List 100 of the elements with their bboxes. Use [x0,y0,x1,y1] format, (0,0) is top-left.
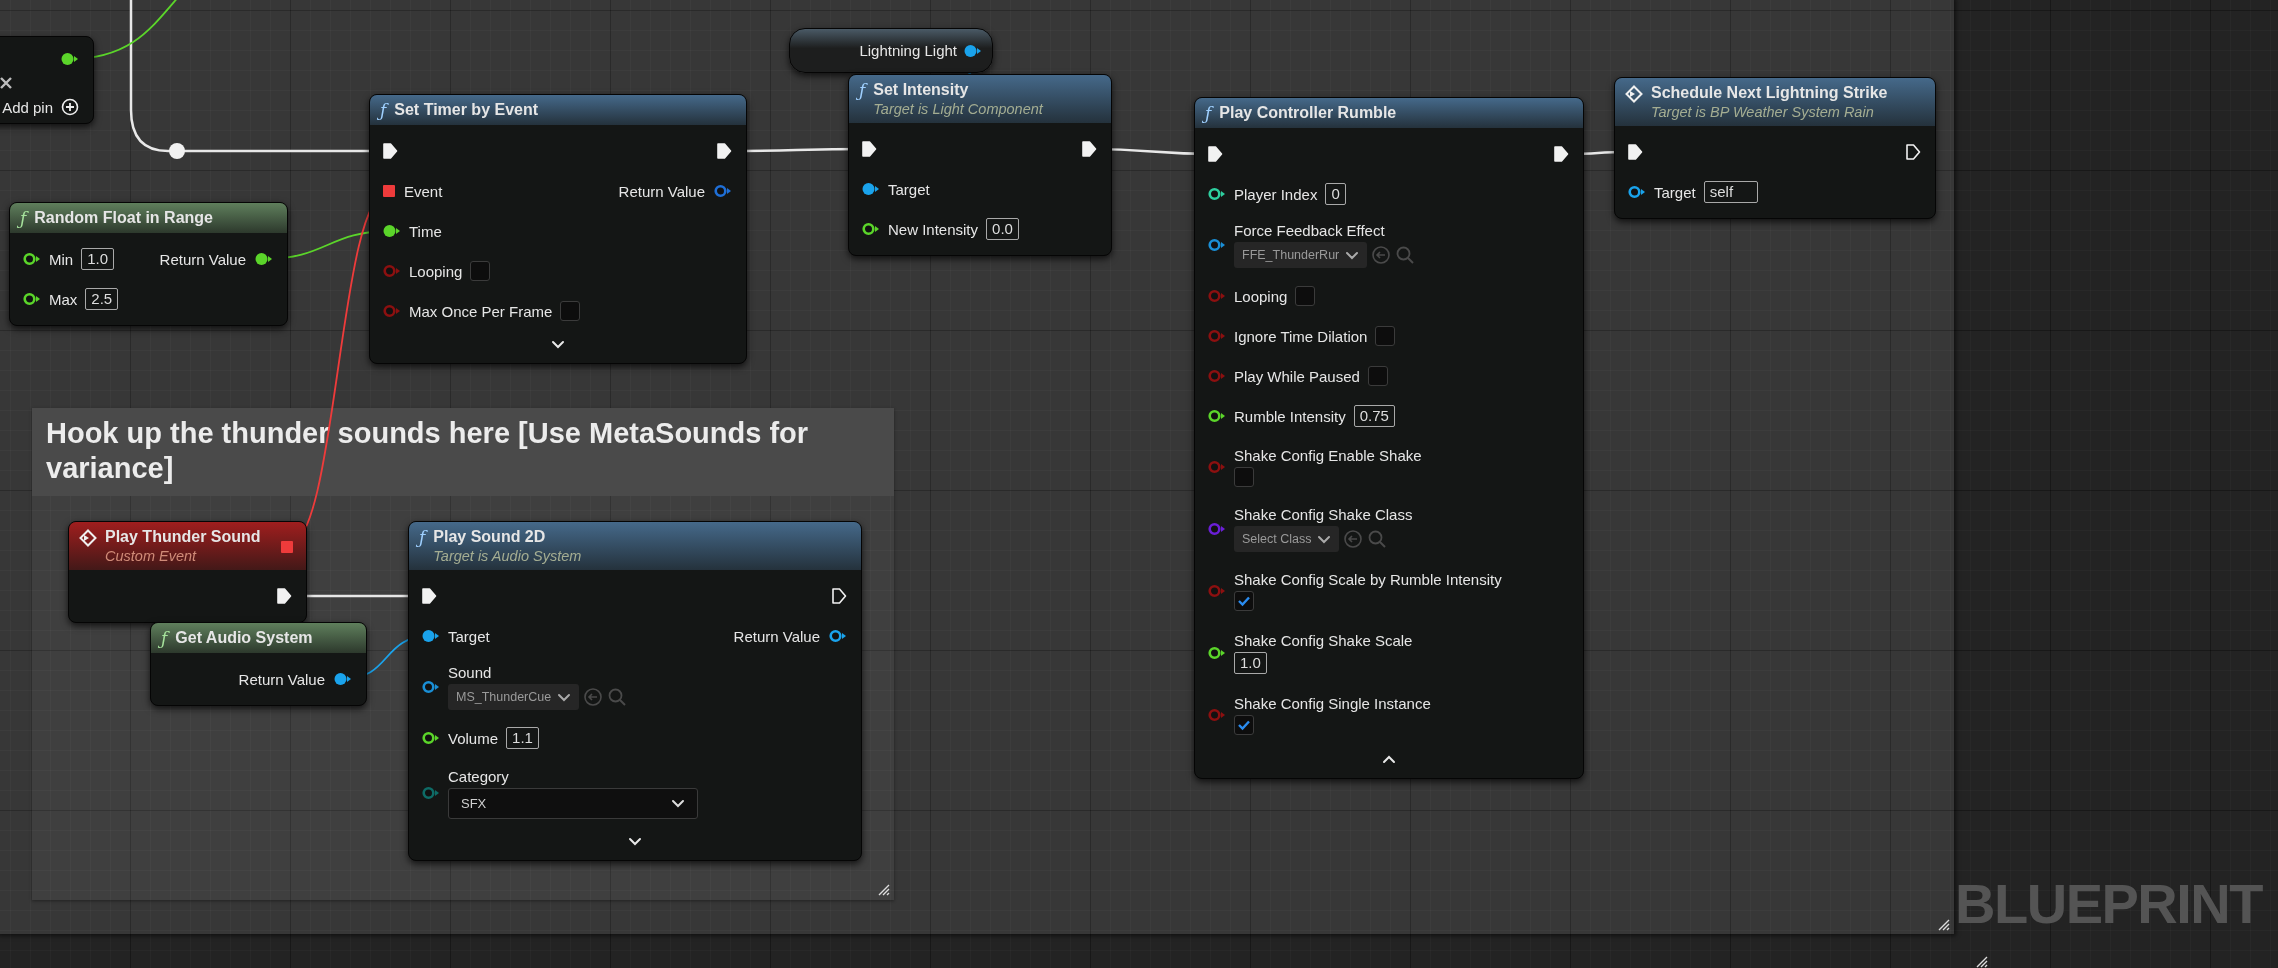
text-field[interactable]: self [1703,181,1759,203]
pin-label: Max [49,290,78,308]
enum-dropdown[interactable]: SFX [448,787,698,819]
pin-label: Shake Config Shake Scale [1234,632,1413,649]
exec-pin-icon[interactable] [831,587,847,605]
pin-label: Shake Config Scale by Rumble Intensity [1234,571,1502,588]
event-icon [79,529,97,547]
pin-label: Looping [409,262,463,280]
event-icon [1625,85,1643,103]
remove-pin-icon[interactable] [0,76,13,90]
node-title: Get Audio System [175,628,313,648]
pin-icon[interactable] [1207,645,1226,661]
node-subtitle: Target is Light Component [873,100,1043,118]
exec-pin-icon[interactable] [382,142,398,160]
exec-pin-icon[interactable] [861,140,877,158]
delegate-pin-icon[interactable] [382,184,396,198]
pin-icon[interactable] [1207,237,1226,253]
plus-icon[interactable] [61,98,79,116]
pin-label: Player Index [1234,185,1318,203]
number-field[interactable]: 0 [1325,183,1346,205]
asset-dropdown[interactable]: FFE_ThunderRur [1234,242,1368,268]
pin-label: Volume [448,729,499,747]
pin-icon[interactable] [60,51,79,67]
pin-icon[interactable] [254,251,273,267]
pin-icon[interactable] [421,730,440,746]
delegate-pin-icon[interactable] [280,540,294,554]
pin-icon[interactable] [828,628,847,644]
exec-pin-icon[interactable] [276,587,292,605]
pin-label: Return Value [238,670,325,688]
checkbox[interactable] [470,261,491,281]
node-subtitle: Custom Event [105,547,198,565]
pin-label: Return Value [733,627,820,645]
checkbox[interactable] [1367,366,1388,386]
pin-label: Return Value [618,182,705,200]
number-field[interactable]: 2.5 [85,288,119,310]
node-title: Lightning Light [859,42,957,59]
number-field[interactable]: 0.0 [986,218,1019,240]
checkbox[interactable] [560,301,581,321]
exec-pin-icon[interactable] [1627,143,1643,161]
number-field[interactable]: 0.75 [1353,405,1395,427]
node-title: Schedule Next Lightning Strike [1651,83,1888,103]
checkbox[interactable] [1234,467,1254,487]
node-title: Play Sound 2D [433,527,547,547]
checkbox[interactable] [1234,715,1254,735]
pin-label: Shake Config Single Instance [1234,695,1431,712]
pin-label: Sound [448,664,492,681]
pin-icon[interactable] [333,671,352,687]
checkbox[interactable] [1234,591,1254,611]
node-title: Play Controller Rumble [1219,103,1397,123]
pin-label: New Intensity [888,220,979,238]
pin-label: Time [409,222,442,240]
pin-label: Force Feedback Effect [1234,222,1385,239]
exec-pin-icon[interactable] [421,587,437,605]
number-field[interactable]: 1.1 [506,727,539,749]
pin-label: Max Once Per Frame [409,302,553,320]
node-title: Set Intensity [873,80,970,100]
node-subtitle: Target is Audio System [433,547,582,565]
pin-icon[interactable] [1207,408,1226,424]
pin-icon[interactable] [22,291,41,307]
pin-label: Shake Config Enable Shake [1234,447,1422,464]
resize-handle-icon[interactable] [876,882,890,896]
pin-label: Category [448,767,509,785]
exec-pin-icon[interactable] [1905,143,1921,161]
number-field[interactable]: 1.0 [1234,652,1267,674]
pin-label: Shake Config Shake Class [1234,506,1413,523]
node-title: Play Thunder Sound [105,527,261,547]
pin-label: Target [1654,183,1696,201]
pin-label: Return Value [159,250,246,268]
exec-pin-icon[interactable] [1081,140,1097,158]
pin-icon[interactable] [1207,186,1226,202]
asset-dropdown[interactable]: Select Class [1234,526,1340,552]
pin-label: Min [49,250,74,268]
pin-icon[interactable] [861,221,880,237]
pin-label: Target [448,627,490,645]
pin-icon[interactable] [382,223,401,239]
node-subtitle: Target is BP Weather System Rain [1651,103,1875,121]
pin-icon[interactable] [421,679,440,695]
node-title: Random Float in Range [34,208,213,228]
pin-icon[interactable] [421,628,440,644]
pin-icon[interactable] [22,251,41,267]
number-field[interactable]: 1.0 [81,248,115,270]
reroute-knot[interactable] [169,143,185,159]
add-pin-button[interactable]: Add pin [2,98,79,116]
exec-pin-icon[interactable] [1207,145,1223,163]
exec-pin-icon[interactable] [1553,145,1569,163]
pin-label: Event [404,182,443,200]
exec-pin-icon[interactable] [716,142,732,160]
asset-dropdown[interactable]: MS_ThunderCue [448,684,580,710]
graph-label: BLUEPRINT [1955,872,2262,936]
checkbox[interactable] [1295,286,1316,306]
pin-icon[interactable] [1627,184,1646,200]
pin-label: Play While Paused [1234,367,1360,385]
resize-handle-icon[interactable] [1974,954,1988,968]
pin-label: Target [888,180,930,198]
pin-icon[interactable] [963,42,982,59]
node-title: Set Timer by Event [394,100,539,120]
resize-handle-icon[interactable] [1936,917,1950,931]
pin-icon[interactable] [861,181,880,197]
checkmark-icon [1237,719,1251,731]
checkbox[interactable] [1375,326,1396,346]
